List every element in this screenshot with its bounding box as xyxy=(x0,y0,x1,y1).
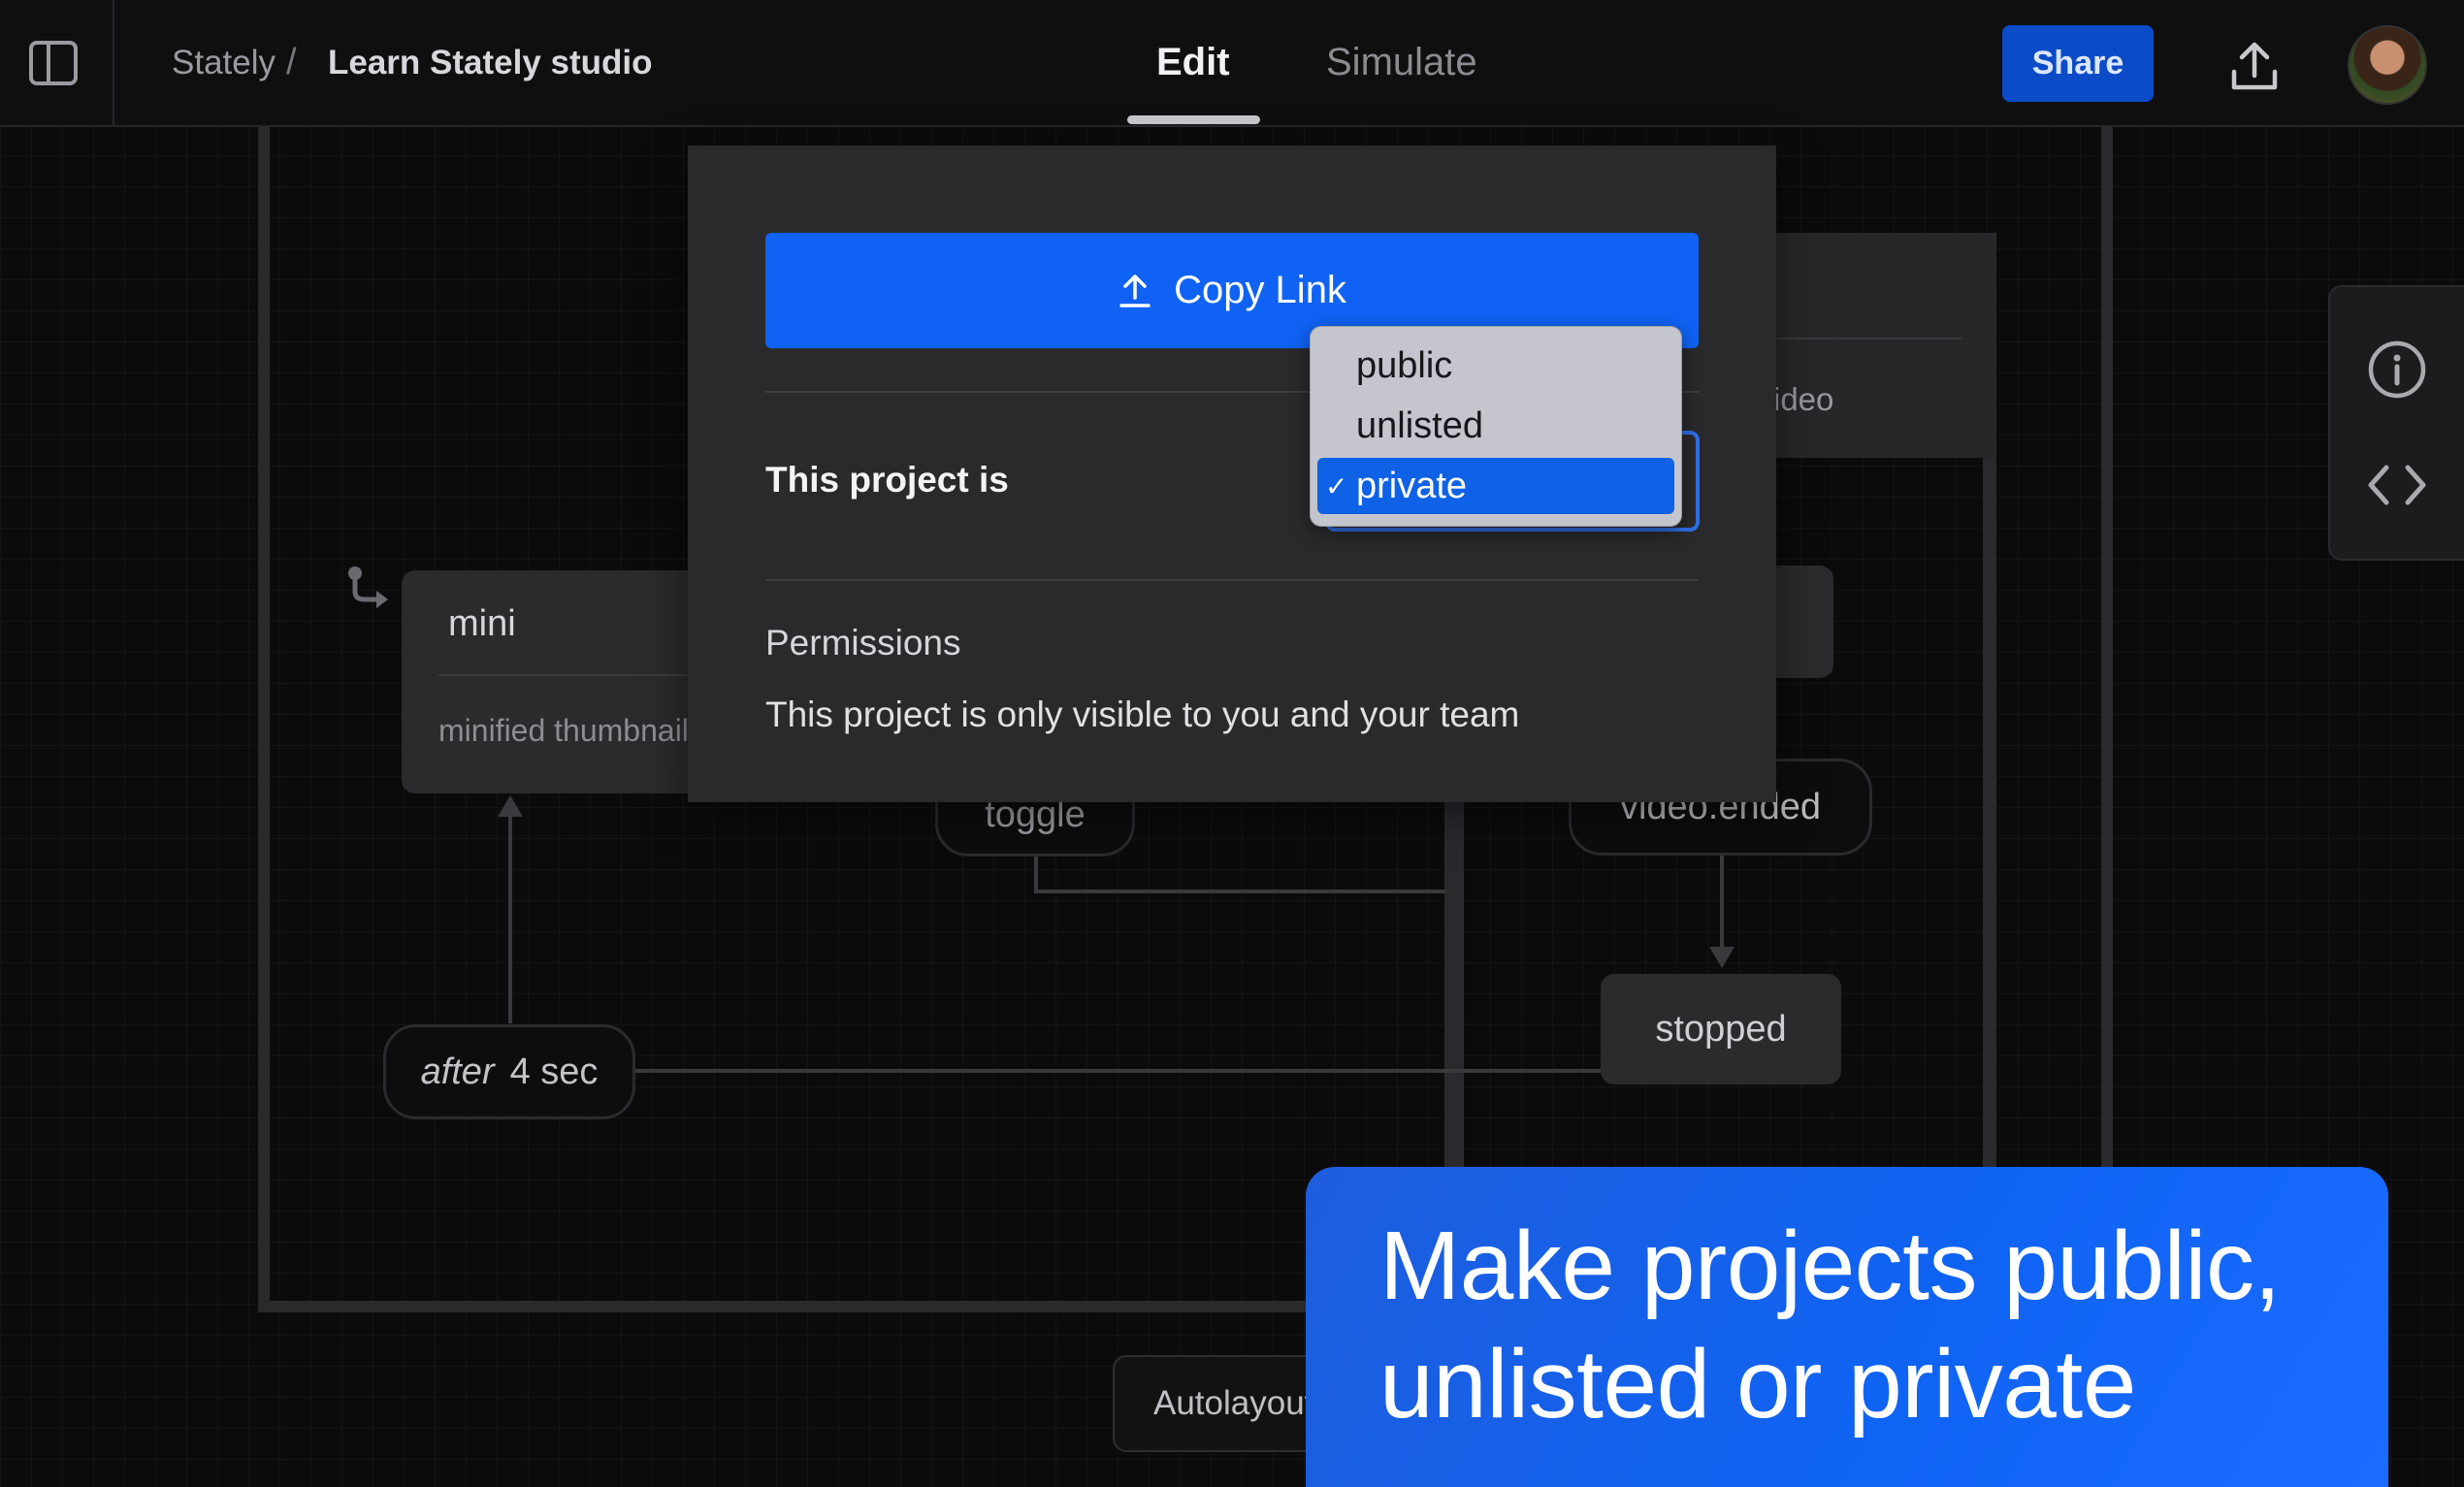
state-node-mini-divider xyxy=(438,674,712,676)
topbar-divider xyxy=(113,0,114,127)
copy-link-label: Copy Link xyxy=(1174,269,1346,311)
autolayout-button[interactable]: Autolayout xyxy=(1113,1355,1307,1452)
checkmark-icon: ✓ xyxy=(1325,470,1348,501)
user-avatar[interactable] xyxy=(2348,25,2427,105)
promo-headline-line2: unlisted or private xyxy=(1379,1330,2136,1439)
transition-line xyxy=(508,810,512,1023)
tab-edit[interactable]: Edit xyxy=(1156,41,1230,84)
permissions-description: This project is only visible to you and … xyxy=(765,695,1520,734)
initial-state-icon xyxy=(348,566,388,608)
transition-line xyxy=(1720,856,1724,953)
visibility-label: This project is xyxy=(765,460,1009,500)
option-private-label: private xyxy=(1356,465,1468,506)
transition-arrowhead xyxy=(498,795,523,817)
option-private[interactable]: ✓ private xyxy=(1317,458,1674,514)
right-side-panel xyxy=(2328,285,2464,561)
popover-divider xyxy=(765,579,1699,581)
transition-line xyxy=(1034,889,1445,893)
transition-line xyxy=(635,1069,1601,1073)
upload-icon xyxy=(1119,274,1151,307)
option-public[interactable]: public xyxy=(1317,338,1674,394)
sidebar-toggle-icon[interactable] xyxy=(29,41,78,85)
promo-headline-line1: Make projects public, xyxy=(1379,1212,2281,1320)
breadcrumb-root[interactable]: Stately xyxy=(172,44,276,82)
upload-icon[interactable] xyxy=(2226,39,2283,95)
state-node-mini-title: mini xyxy=(448,603,516,644)
breadcrumb-separator: / xyxy=(286,42,297,82)
transition-line xyxy=(1034,854,1038,892)
info-icon[interactable] xyxy=(2367,339,2427,400)
active-tab-indicator xyxy=(1127,115,1260,124)
transition-arrowhead xyxy=(1709,947,1735,968)
state-node-stopped-label: stopped xyxy=(1655,1008,1787,1050)
state-node-mini-description: minified thumbnail xyxy=(438,713,689,748)
state-node-divider xyxy=(1777,338,1961,339)
state-node-video-label: ideo xyxy=(1773,381,1834,417)
state-node-video[interactable] xyxy=(1767,233,1996,458)
code-icon[interactable] xyxy=(2363,458,2431,512)
option-unlisted[interactable]: unlisted xyxy=(1317,398,1674,454)
permissions-title: Permissions xyxy=(765,623,961,663)
tab-simulate[interactable]: Simulate xyxy=(1326,41,1477,84)
event-after-keyword: after xyxy=(420,1051,495,1092)
state-node-partial[interactable] xyxy=(1767,566,1833,678)
event-after-value: 4 sec xyxy=(509,1051,599,1092)
breadcrumb-project-name[interactable]: Learn Stately studio xyxy=(328,44,653,82)
share-button[interactable]: Share xyxy=(2002,25,2154,102)
event-after-delay[interactable]: after 4 sec xyxy=(383,1024,635,1119)
